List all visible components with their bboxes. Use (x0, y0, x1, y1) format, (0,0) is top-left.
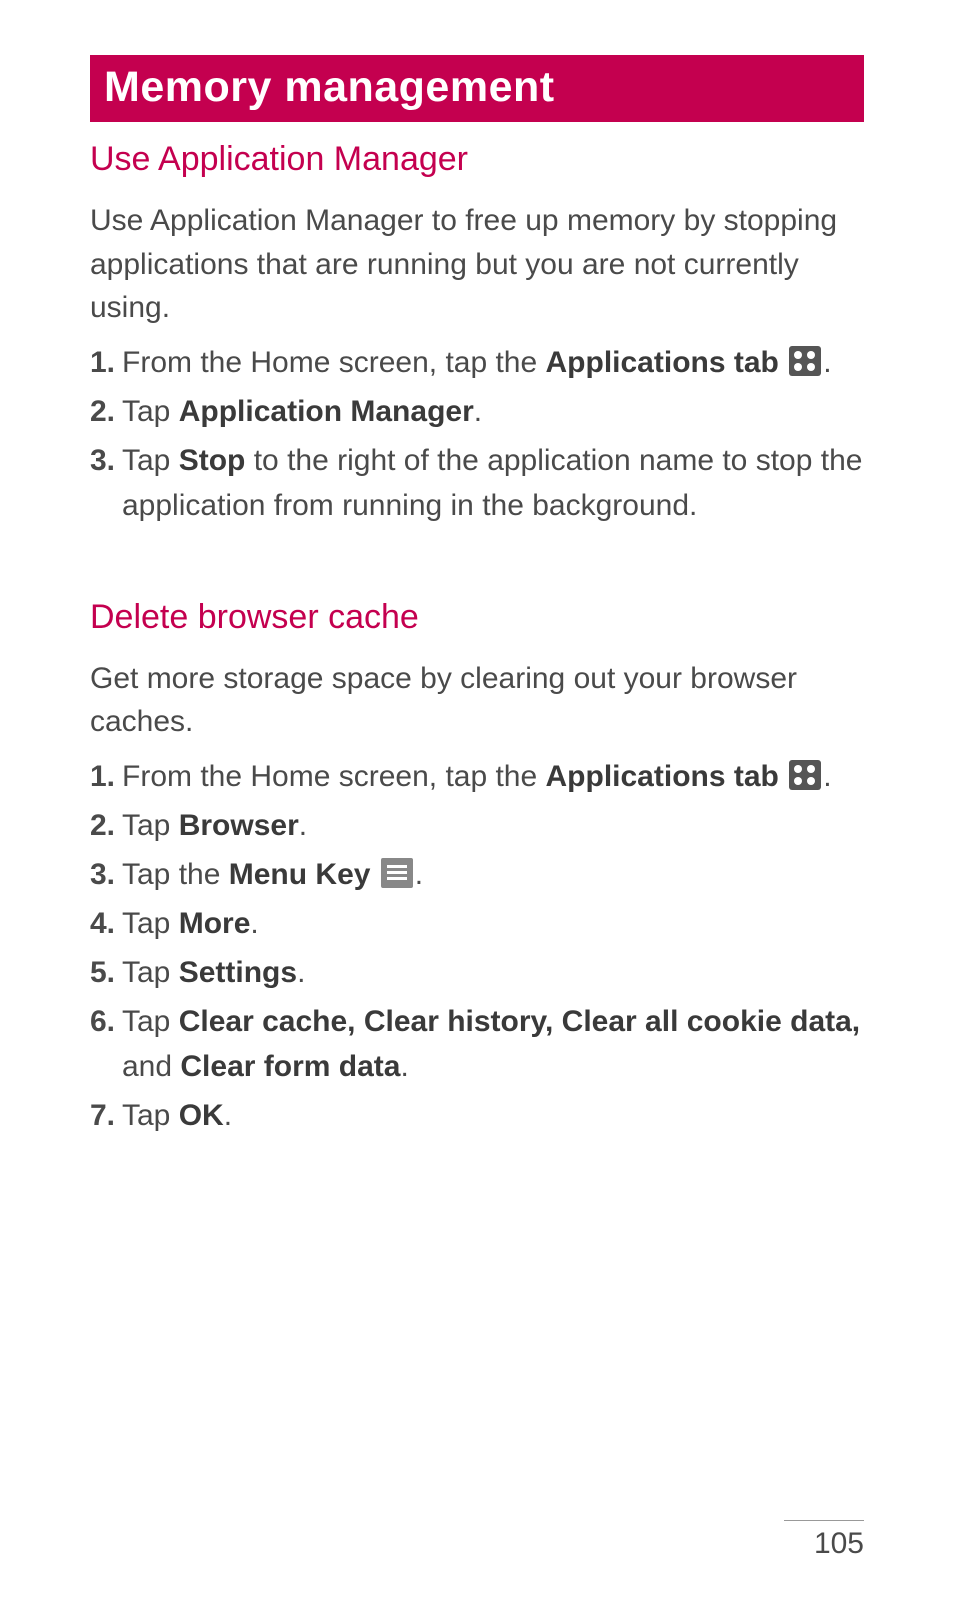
step-body: Tap Clear cache, Clear history, Clear al… (122, 999, 864, 1089)
section1-intro: Use Application Manager to free up memor… (90, 199, 864, 330)
step-text: From the Home screen, tap the (122, 760, 546, 793)
list-item: 2. Tap Browser. (90, 803, 864, 848)
step-body: From the Home screen, tap the Applicatio… (122, 340, 864, 385)
section-heading-app-manager: Use Application Manager (90, 140, 864, 179)
list-item: 4. Tap More. (90, 901, 864, 946)
step-text: From the Home screen, tap the (122, 346, 546, 379)
step-number: 2. (90, 389, 122, 434)
page-number: 105 (784, 1520, 864, 1561)
step-body: Tap More. (122, 901, 864, 946)
list-item: 1. From the Home screen, tap the Applica… (90, 340, 864, 385)
step-body: From the Home screen, tap the Applicatio… (122, 754, 864, 799)
step-number: 4. (90, 901, 122, 946)
step-body: Tap Settings. (122, 950, 864, 995)
step-number: 3. (90, 852, 122, 897)
step-text: Tap (122, 444, 179, 477)
step-bold: More (179, 907, 251, 940)
applications-tab-icon (789, 346, 821, 376)
step-text-post: . (823, 346, 831, 379)
step-text-post: . (224, 1099, 232, 1132)
step-number: 6. (90, 999, 122, 1089)
step-bold: Clear cache, Clear history, Clear all co… (179, 1005, 860, 1038)
applications-tab-icon (789, 760, 821, 790)
step-number: 1. (90, 754, 122, 799)
list-item: 3. Tap the Menu Key . (90, 852, 864, 897)
step-text-mid: and (122, 1050, 180, 1083)
step-text-post: . (823, 760, 831, 793)
menu-key-icon (381, 858, 413, 888)
step-text: Tap (122, 1099, 179, 1132)
step-number: 5. (90, 950, 122, 995)
step-number: 1. (90, 340, 122, 385)
step-body: Tap OK. (122, 1093, 864, 1138)
step-body: Tap Application Manager. (122, 389, 864, 434)
step-text-post: . (299, 809, 307, 842)
step-bold2: Clear form data (180, 1050, 400, 1083)
list-item: 3. Tap Stop to the right of the applicat… (90, 438, 864, 528)
step-text: Tap the (122, 858, 229, 891)
step-bold: Applications tab (546, 346, 779, 379)
step-body: Tap the Menu Key . (122, 852, 864, 897)
step-number: 2. (90, 803, 122, 848)
step-bold: Applications tab (546, 760, 779, 793)
step-body: Tap Browser. (122, 803, 864, 848)
list-item: 6. Tap Clear cache, Clear history, Clear… (90, 999, 864, 1089)
step-text-post: . (400, 1050, 408, 1083)
step-text: Tap (122, 809, 179, 842)
section1-steps: 1. From the Home screen, tap the Applica… (90, 340, 864, 528)
step-number: 3. (90, 438, 122, 528)
step-text: Tap (122, 907, 179, 940)
page-title: Memory management (104, 63, 555, 111)
step-text-post: . (474, 395, 482, 428)
list-item: 2. Tap Application Manager. (90, 389, 864, 434)
list-item: 5. Tap Settings. (90, 950, 864, 995)
step-bold: Stop (179, 444, 246, 477)
section2-steps: 1. From the Home screen, tap the Applica… (90, 754, 864, 1138)
manual-page: Memory management Use Application Manage… (0, 0, 954, 1621)
page-title-bar: Memory management (90, 55, 864, 122)
step-bold: OK (179, 1099, 224, 1132)
step-text-post: . (297, 956, 305, 989)
list-item: 7. Tap OK. (90, 1093, 864, 1138)
section2-intro: Get more storage space by clearing out y… (90, 657, 864, 744)
section-heading-browser-cache: Delete browser cache (90, 598, 864, 637)
step-bold: Settings (179, 956, 297, 989)
step-number: 7. (90, 1093, 122, 1138)
step-text-post: . (415, 858, 423, 891)
step-body: Tap Stop to the right of the application… (122, 438, 864, 528)
step-bold: Application Manager (179, 395, 474, 428)
step-text: Tap (122, 956, 179, 989)
step-text-post: . (250, 907, 258, 940)
step-bold: Browser (179, 809, 299, 842)
list-item: 1. From the Home screen, tap the Applica… (90, 754, 864, 799)
step-text: Tap (122, 1005, 179, 1038)
step-text: Tap (122, 395, 179, 428)
step-bold: Menu Key (229, 858, 371, 891)
